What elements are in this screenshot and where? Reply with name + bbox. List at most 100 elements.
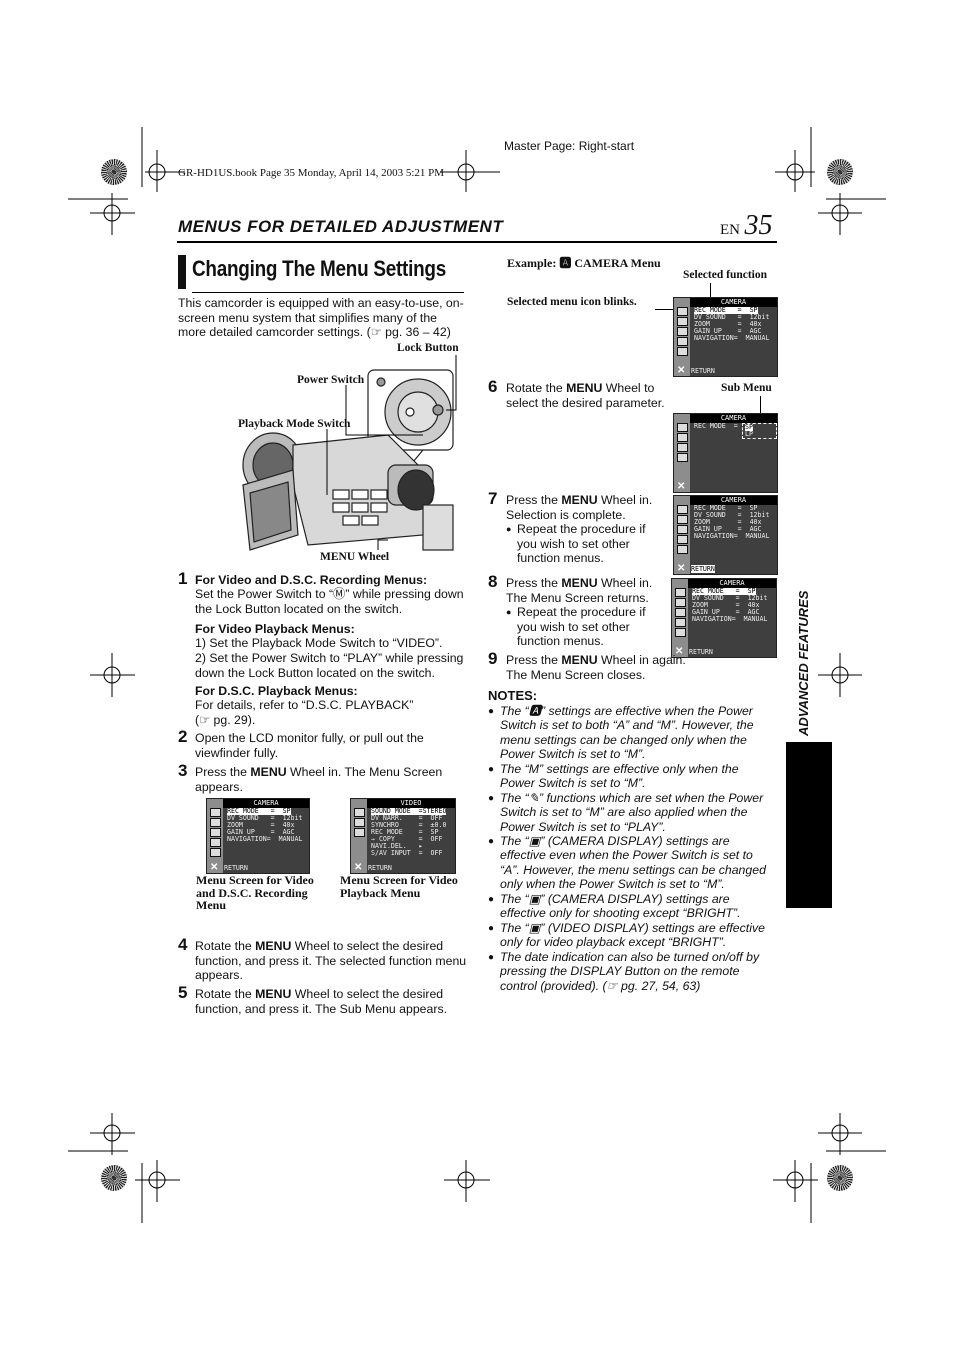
step-text: Press the bbox=[506, 493, 562, 507]
note-item: The “🅰” settings are effective when the … bbox=[500, 704, 754, 762]
step-1-text: Set the Power Switch to “Ⓜ” while pressi… bbox=[195, 587, 464, 616]
system-menu-icon bbox=[675, 608, 686, 617]
bullet-icon: ● bbox=[506, 607, 512, 617]
osd-return: RETURN bbox=[224, 864, 248, 872]
step-number: 3 bbox=[178, 761, 188, 780]
step-number: 9 bbox=[488, 649, 498, 668]
bullet-icon: ● bbox=[488, 923, 495, 934]
step-number: 6 bbox=[488, 377, 498, 396]
section-title: MENUS FOR DETAILED ADJUSTMENT bbox=[178, 217, 504, 236]
dsc-playback-heading: For D.S.C. Playback Menus: bbox=[195, 684, 358, 698]
language-label: EN bbox=[720, 222, 740, 238]
close-icon: ✕ bbox=[354, 862, 363, 873]
menu-keyword: MENU bbox=[566, 381, 603, 395]
osd-return: RETURN bbox=[691, 565, 715, 573]
camera-menu-icon bbox=[210, 808, 221, 817]
camera-menu-icon bbox=[677, 307, 688, 316]
system-menu-icon bbox=[677, 525, 688, 534]
example-label: Example: 🅰 CAMERA Menu bbox=[507, 256, 661, 270]
step-text: Rotate the bbox=[195, 987, 256, 1001]
step-number: 7 bbox=[488, 489, 498, 508]
osd-row: NAVIGATION= MANUAL bbox=[227, 835, 303, 843]
sub-menu-label: Sub Menu bbox=[721, 382, 772, 394]
step-7-text: Press the MENU Wheel in. Selection is co… bbox=[506, 493, 661, 522]
step-4-text: Rotate the MENU Wheel to select the desi… bbox=[195, 939, 467, 983]
selected-function-label: Selected function bbox=[683, 269, 768, 281]
camcorder-illustration bbox=[242, 355, 457, 551]
menu-keyword: MENU bbox=[561, 576, 598, 590]
dsc-menu-icon bbox=[210, 848, 221, 857]
submenu-option: LP bbox=[745, 430, 753, 438]
osd-return: RETURN bbox=[691, 367, 715, 375]
chapter-label-text: ADVANCED FEATURES bbox=[796, 590, 811, 736]
bullet-icon: ● bbox=[488, 952, 495, 963]
bullet-icon: ● bbox=[488, 706, 495, 717]
camera-menu-icon bbox=[675, 588, 686, 597]
caption-camera-menu: Menu Screen for Video and D.S.C. Recordi… bbox=[196, 873, 314, 912]
page-number-value: 35 bbox=[744, 210, 773, 241]
master-page-label: Master Page: Right-start bbox=[504, 139, 635, 153]
step-text: Press the bbox=[506, 653, 562, 667]
display-menu-icon bbox=[210, 838, 221, 847]
osd-row: S/AV INPUT = OFF bbox=[371, 849, 443, 857]
dsc-menu-icon bbox=[677, 545, 688, 554]
dsc-playback-text: For details, refer to “D.S.C. PLAYBACK” … bbox=[195, 698, 414, 727]
step-number: 1 bbox=[178, 569, 188, 588]
chapter-tab bbox=[786, 742, 832, 908]
step-8-text: Press the MENU Wheel in. The Menu Screen… bbox=[506, 576, 661, 605]
step-8-bullet: Repeat the procedure if you wish to set … bbox=[517, 605, 646, 649]
manual-menu-icon bbox=[210, 818, 221, 827]
camera-menu-icon bbox=[677, 505, 688, 514]
menu-keyword: MENU bbox=[255, 939, 292, 953]
menu-keyword: MENU bbox=[561, 493, 598, 507]
osd-example-camera-menu: CAMERA REC MODE = SP DV SOUND = 12bit ZO… bbox=[673, 297, 778, 377]
step-number: 8 bbox=[488, 572, 498, 591]
video-menu-icon bbox=[354, 808, 365, 817]
step-9-text: Press the MENU Wheel in again. The Menu … bbox=[506, 653, 696, 682]
note-item: The “M” settings are effective only when… bbox=[500, 762, 739, 791]
title-rule bbox=[192, 292, 464, 293]
dsc-menu-icon bbox=[677, 347, 688, 356]
submenu-box: SP LP bbox=[742, 423, 777, 439]
step-text: Press the bbox=[195, 765, 251, 779]
display-menu-icon bbox=[677, 337, 688, 346]
video-playback-heading: For Video Playback Menus: bbox=[195, 622, 355, 636]
page-title: Changing The Menu Settings bbox=[192, 256, 446, 281]
close-icon: ✕ bbox=[677, 481, 686, 492]
step-number: 5 bbox=[178, 983, 188, 1002]
close-icon: ✕ bbox=[677, 563, 686, 574]
camera-menu-icon bbox=[677, 423, 688, 432]
menu-keyword: MENU bbox=[250, 765, 287, 779]
notes-heading: NOTES: bbox=[488, 688, 538, 703]
bullet-icon: ● bbox=[488, 894, 495, 905]
osd-return: RETURN bbox=[368, 864, 392, 872]
bullet-icon: ● bbox=[506, 524, 512, 534]
step-6-text: Rotate the MENU Wheel to select the desi… bbox=[506, 381, 666, 410]
osd-row: NAVIGATION= MANUAL bbox=[692, 615, 768, 623]
step-7-bullet: Repeat the procedure if you wish to set … bbox=[517, 522, 646, 566]
title-bar-accent bbox=[178, 255, 186, 289]
step-text: Press the bbox=[506, 576, 562, 590]
caption-video-menu: Menu Screen for Video Playback Menu bbox=[340, 873, 458, 900]
bullet-icon: ● bbox=[488, 793, 495, 804]
osd-row: REC MODE = bbox=[694, 422, 738, 430]
lock-button-label: Lock Button bbox=[397, 342, 459, 354]
manual-menu-icon bbox=[677, 515, 688, 524]
close-icon: ✕ bbox=[210, 862, 219, 873]
video-playback-item: 1) Set the Playback Mode Switch to “VIDE… bbox=[195, 636, 443, 650]
manual-menu-icon bbox=[677, 317, 688, 326]
note-item: The “▣” (VIDEO DISPLAY) settings are eff… bbox=[500, 921, 765, 950]
step-1-heading: For Video and D.S.C. Recording Menus: bbox=[195, 573, 428, 587]
step-5-text: Rotate the MENU Wheel to select the desi… bbox=[195, 987, 467, 1016]
chapter-label: ADVANCED FEATURES bbox=[790, 591, 820, 740]
system-menu-icon bbox=[354, 818, 365, 827]
step-number: 2 bbox=[178, 727, 188, 746]
dsc-menu-icon bbox=[675, 628, 686, 637]
step-text: Rotate the bbox=[195, 939, 256, 953]
bullet-icon: ● bbox=[488, 764, 495, 775]
page-number: EN 35 bbox=[720, 210, 772, 242]
note-item: The date indication can also be turned o… bbox=[500, 950, 760, 993]
note-item: The “▣” (CAMERA DISPLAY) settings are ef… bbox=[500, 834, 766, 892]
note-item: The “✎” functions which are set when the… bbox=[500, 791, 764, 834]
video-playback-item: 2) Set the Power Switch to “PLAY” while … bbox=[195, 651, 464, 680]
